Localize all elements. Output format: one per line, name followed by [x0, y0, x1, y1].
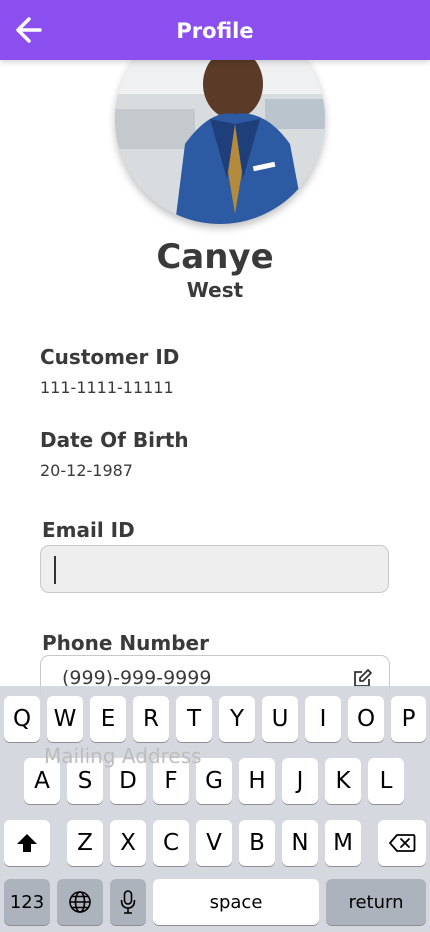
key-w[interactable]: W	[47, 696, 83, 742]
text-cursor	[54, 556, 56, 584]
key-n[interactable]: N	[282, 820, 318, 866]
key-r[interactable]: R	[133, 696, 169, 742]
page-title: Profile	[176, 19, 254, 43]
key-y[interactable]: Y	[219, 696, 255, 742]
key-i[interactable]: I	[305, 696, 341, 742]
globe-key[interactable]	[57, 879, 103, 925]
key-k[interactable]: K	[325, 758, 361, 804]
dob-label: Date Of Birth	[40, 428, 189, 452]
return-key[interactable]: return	[326, 879, 426, 925]
key-e[interactable]: E	[90, 696, 126, 742]
email-label: Email ID	[42, 518, 135, 542]
key-o[interactable]: O	[348, 696, 384, 742]
key-z[interactable]: Z	[67, 820, 103, 866]
key-b[interactable]: B	[239, 820, 275, 866]
backspace-icon	[389, 834, 416, 852]
email-field[interactable]	[40, 545, 389, 593]
microphone-icon	[120, 890, 136, 914]
key-v[interactable]: V	[196, 820, 232, 866]
key-l[interactable]: L	[368, 758, 404, 804]
backspace-key[interactable]	[378, 820, 426, 866]
key-q[interactable]: Q	[4, 696, 40, 742]
shift-key[interactable]	[4, 820, 50, 866]
microphone-key[interactable]	[110, 879, 146, 925]
on-screen-keyboard: Q W E R T Y U I O P A S D F G H J K L Z …	[0, 686, 430, 932]
dob-value: 20-12-1987	[40, 461, 133, 480]
customer-id-value: 111-1111-11111	[40, 378, 174, 397]
key-p[interactable]: P	[391, 696, 426, 742]
globe-icon	[69, 891, 91, 913]
mailing-address-label: Mailing Address	[44, 744, 202, 768]
key-u[interactable]: U	[262, 696, 298, 742]
space-key[interactable]: space	[153, 879, 319, 925]
key-j[interactable]: J	[282, 758, 318, 804]
customer-id-label: Customer ID	[40, 345, 180, 369]
numbers-key[interactable]: 123	[4, 879, 50, 925]
profile-first-name: Canye	[156, 237, 274, 277]
key-m[interactable]: M	[325, 820, 361, 866]
phone-label: Phone Number	[42, 631, 209, 655]
app-header: Profile	[0, 0, 430, 60]
key-h[interactable]: H	[239, 758, 275, 804]
key-c[interactable]: C	[153, 820, 189, 866]
profile-last-name: West	[186, 278, 244, 302]
key-x[interactable]: X	[110, 820, 146, 866]
shift-icon	[17, 834, 37, 852]
key-t[interactable]: T	[176, 696, 212, 742]
